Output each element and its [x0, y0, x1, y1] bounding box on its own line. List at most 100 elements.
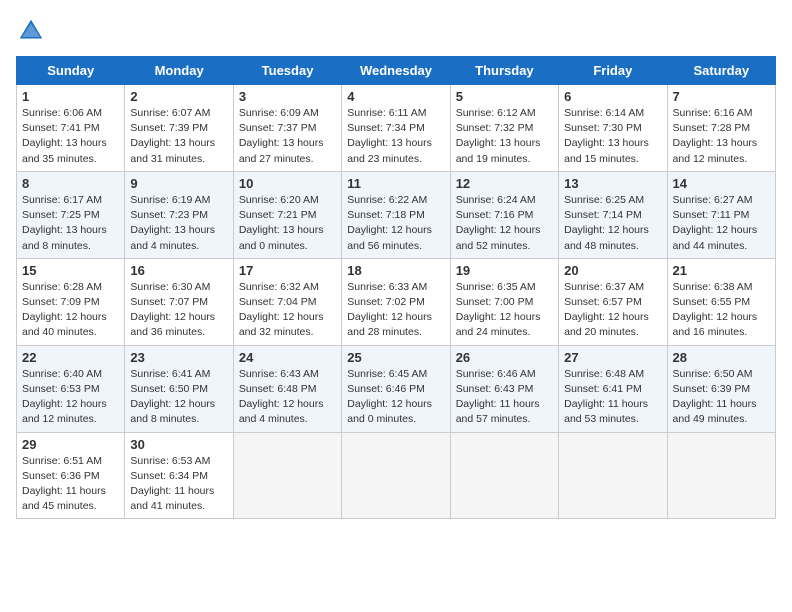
calendar-cell: 14 Sunrise: 6:27 AMSunset: 7:11 PMDayligh…: [667, 171, 775, 258]
day-header-monday: Monday: [125, 57, 233, 85]
calendar-cell: 23 Sunrise: 6:41 AMSunset: 6:50 PMDayligh…: [125, 345, 233, 432]
calendar-cell: 9 Sunrise: 6:19 AMSunset: 7:23 PMDaylight…: [125, 171, 233, 258]
day-info: Sunrise: 6:16 AMSunset: 7:28 PMDaylight:…: [673, 106, 770, 167]
day-number: 23: [130, 350, 227, 365]
day-number: 27: [564, 350, 661, 365]
calendar-cell: 7 Sunrise: 6:16 AMSunset: 7:28 PMDaylight…: [667, 85, 775, 172]
calendar-cell: 20 Sunrise: 6:37 AMSunset: 6:57 PMDayligh…: [559, 258, 667, 345]
day-number: 10: [239, 176, 336, 191]
day-number: 30: [130, 437, 227, 452]
day-info: Sunrise: 6:33 AMSunset: 7:02 PMDaylight:…: [347, 280, 444, 341]
day-number: 20: [564, 263, 661, 278]
day-info: Sunrise: 6:20 AMSunset: 7:21 PMDaylight:…: [239, 193, 336, 254]
day-header-thursday: Thursday: [450, 57, 558, 85]
day-info: Sunrise: 6:45 AMSunset: 6:46 PMDaylight:…: [347, 367, 444, 428]
day-number: 17: [239, 263, 336, 278]
calendar-cell: [667, 432, 775, 519]
calendar-cell: 30 Sunrise: 6:53 AMSunset: 6:34 PMDayligh…: [125, 432, 233, 519]
calendar-cell: 29 Sunrise: 6:51 AMSunset: 6:36 PMDayligh…: [17, 432, 125, 519]
day-number: 6: [564, 89, 661, 104]
day-info: Sunrise: 6:28 AMSunset: 7:09 PMDaylight:…: [22, 280, 119, 341]
day-info: Sunrise: 6:25 AMSunset: 7:14 PMDaylight:…: [564, 193, 661, 254]
day-info: Sunrise: 6:35 AMSunset: 7:00 PMDaylight:…: [456, 280, 553, 341]
day-info: Sunrise: 6:53 AMSunset: 6:34 PMDaylight:…: [130, 454, 227, 515]
day-info: Sunrise: 6:41 AMSunset: 6:50 PMDaylight:…: [130, 367, 227, 428]
calendar-cell: 16Sunrise: 6:30 AMSunset: 7:07 PMDayligh…: [125, 258, 233, 345]
calendar-cell: 19 Sunrise: 6:35 AMSunset: 7:00 PMDayligh…: [450, 258, 558, 345]
day-info: Sunrise: 6:12 AMSunset: 7:32 PMDaylight:…: [456, 106, 553, 167]
calendar-cell: 6 Sunrise: 6:14 AMSunset: 7:30 PMDaylight…: [559, 85, 667, 172]
calendar-header-row: SundayMondayTuesdayWednesdayThursdayFrid…: [17, 57, 776, 85]
calendar-cell: 1 Sunrise: 6:06 AMSunset: 7:41 PMDaylight…: [17, 85, 125, 172]
day-number: 28: [673, 350, 770, 365]
logo-icon: [16, 16, 46, 46]
day-info: Sunrise: 6:24 AMSunset: 7:16 PMDaylight:…: [456, 193, 553, 254]
day-header-tuesday: Tuesday: [233, 57, 341, 85]
day-info: Sunrise: 6:09 AMSunset: 7:37 PMDaylight:…: [239, 106, 336, 167]
calendar-cell: 24Sunrise: 6:43 AMSunset: 6:48 PMDayligh…: [233, 345, 341, 432]
day-header-wednesday: Wednesday: [342, 57, 450, 85]
day-info: Sunrise: 6:07 AMSunset: 7:39 PMDaylight:…: [130, 106, 227, 167]
calendar-cell: 26 Sunrise: 6:46 AMSunset: 6:43 PMDayligh…: [450, 345, 558, 432]
calendar-week-row: 1 Sunrise: 6:06 AMSunset: 7:41 PMDaylight…: [17, 85, 776, 172]
day-number: 29: [22, 437, 119, 452]
day-header-sunday: Sunday: [17, 57, 125, 85]
calendar-cell: 22Sunrise: 6:40 AMSunset: 6:53 PMDayligh…: [17, 345, 125, 432]
day-info: Sunrise: 6:38 AMSunset: 6:55 PMDaylight:…: [673, 280, 770, 341]
day-number: 2: [130, 89, 227, 104]
calendar-cell: [559, 432, 667, 519]
day-info: Sunrise: 6:37 AMSunset: 6:57 PMDaylight:…: [564, 280, 661, 341]
day-info: Sunrise: 6:32 AMSunset: 7:04 PMDaylight:…: [239, 280, 336, 341]
day-number: 15: [22, 263, 119, 278]
day-number: 4: [347, 89, 444, 104]
day-number: 18: [347, 263, 444, 278]
calendar-cell: [342, 432, 450, 519]
day-info: Sunrise: 6:19 AMSunset: 7:23 PMDaylight:…: [130, 193, 227, 254]
day-header-friday: Friday: [559, 57, 667, 85]
day-number: 26: [456, 350, 553, 365]
day-info: Sunrise: 6:14 AMSunset: 7:30 PMDaylight:…: [564, 106, 661, 167]
day-number: 7: [673, 89, 770, 104]
calendar-cell: 2 Sunrise: 6:07 AMSunset: 7:39 PMDaylight…: [125, 85, 233, 172]
day-number: 22: [22, 350, 119, 365]
calendar-week-row: 8 Sunrise: 6:17 AMSunset: 7:25 PMDaylight…: [17, 171, 776, 258]
day-info: Sunrise: 6:11 AMSunset: 7:34 PMDaylight:…: [347, 106, 444, 167]
day-number: 3: [239, 89, 336, 104]
calendar-week-row: 15 Sunrise: 6:28 AMSunset: 7:09 PMDayligh…: [17, 258, 776, 345]
calendar-cell: 12Sunrise: 6:24 AMSunset: 7:16 PMDayligh…: [450, 171, 558, 258]
calendar-cell: 10 Sunrise: 6:20 AMSunset: 7:21 PMDayligh…: [233, 171, 341, 258]
calendar-cell: 21Sunrise: 6:38 AMSunset: 6:55 PMDayligh…: [667, 258, 775, 345]
day-number: 1: [22, 89, 119, 104]
day-number: 25: [347, 350, 444, 365]
day-info: Sunrise: 6:46 AMSunset: 6:43 PMDaylight:…: [456, 367, 553, 428]
calendar-cell: 3 Sunrise: 6:09 AMSunset: 7:37 PMDaylight…: [233, 85, 341, 172]
day-header-saturday: Saturday: [667, 57, 775, 85]
page-header: [16, 16, 776, 46]
calendar-cell: [450, 432, 558, 519]
day-number: 11: [347, 176, 444, 191]
calendar-cell: 17 Sunrise: 6:32 AMSunset: 7:04 PMDayligh…: [233, 258, 341, 345]
calendar-cell: 18 Sunrise: 6:33 AMSunset: 7:02 PMDayligh…: [342, 258, 450, 345]
day-info: Sunrise: 6:30 AMSunset: 7:07 PMDaylight:…: [130, 280, 227, 341]
day-number: 14: [673, 176, 770, 191]
day-info: Sunrise: 6:27 AMSunset: 7:11 PMDaylight:…: [673, 193, 770, 254]
logo: [16, 16, 50, 46]
calendar-cell: [233, 432, 341, 519]
day-number: 9: [130, 176, 227, 191]
calendar-cell: 5 Sunrise: 6:12 AMSunset: 7:32 PMDaylight…: [450, 85, 558, 172]
day-number: 19: [456, 263, 553, 278]
calendar-cell: 28 Sunrise: 6:50 AMSunset: 6:39 PMDayligh…: [667, 345, 775, 432]
day-info: Sunrise: 6:51 AMSunset: 6:36 PMDaylight:…: [22, 454, 119, 515]
calendar-cell: 27Sunrise: 6:48 AMSunset: 6:41 PMDayligh…: [559, 345, 667, 432]
day-info: Sunrise: 6:06 AMSunset: 7:41 PMDaylight:…: [22, 106, 119, 167]
calendar-cell: 13Sunrise: 6:25 AMSunset: 7:14 PMDayligh…: [559, 171, 667, 258]
calendar-week-row: 22Sunrise: 6:40 AMSunset: 6:53 PMDayligh…: [17, 345, 776, 432]
day-number: 5: [456, 89, 553, 104]
day-number: 8: [22, 176, 119, 191]
calendar-cell: 8 Sunrise: 6:17 AMSunset: 7:25 PMDaylight…: [17, 171, 125, 258]
day-info: Sunrise: 6:17 AMSunset: 7:25 PMDaylight:…: [22, 193, 119, 254]
day-info: Sunrise: 6:50 AMSunset: 6:39 PMDaylight:…: [673, 367, 770, 428]
calendar-cell: 25 Sunrise: 6:45 AMSunset: 6:46 PMDayligh…: [342, 345, 450, 432]
day-info: Sunrise: 6:22 AMSunset: 7:18 PMDaylight:…: [347, 193, 444, 254]
day-number: 24: [239, 350, 336, 365]
